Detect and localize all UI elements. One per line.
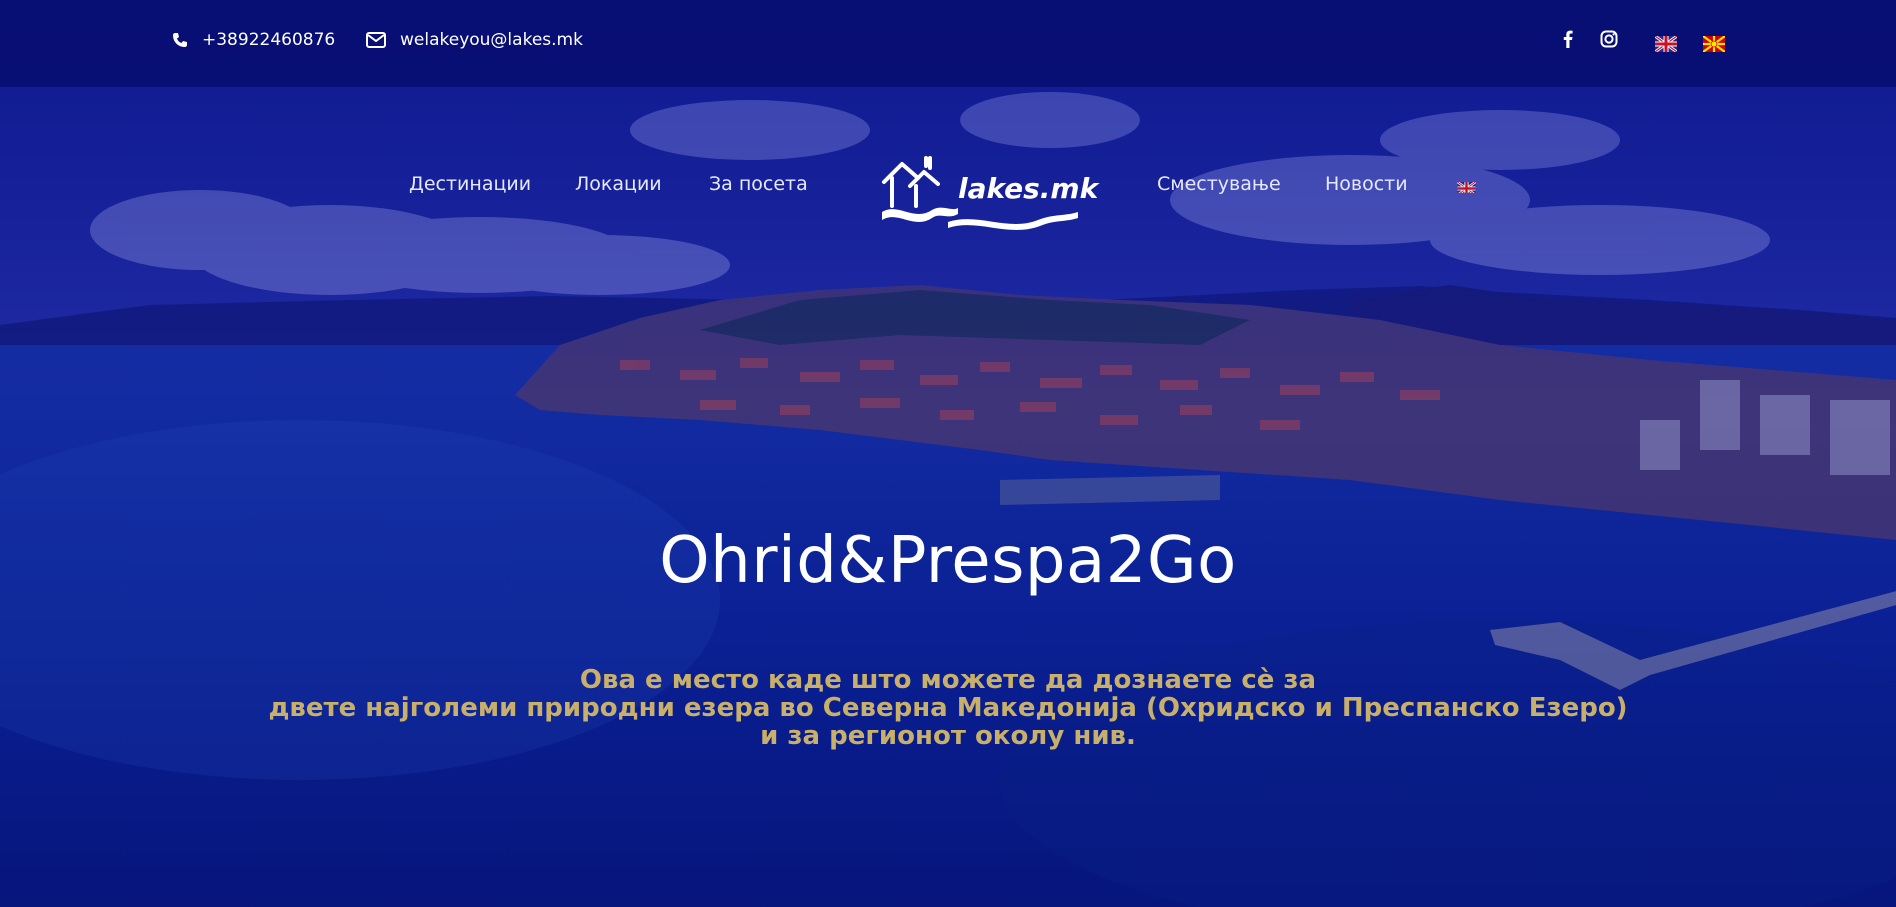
nav-language-english-flag[interactable] <box>1457 180 1476 193</box>
logo-text: lakes.mk <box>958 172 1099 205</box>
macedonia-flag-icon <box>1703 36 1725 52</box>
email-address: welakeyou@lakes.mk <box>400 30 583 50</box>
facebook-link[interactable] <box>1563 30 1573 48</box>
nav-news[interactable]: Новости <box>1325 173 1408 195</box>
envelope-icon <box>366 32 386 48</box>
hero-title: Ohrid&Prespa2Go <box>659 524 1237 598</box>
uk-flag-icon <box>1457 181 1476 193</box>
uk-flag-icon <box>1655 36 1677 52</box>
instagram-icon <box>1600 30 1618 48</box>
hero-subtitle-line: и за регионот околу нив. <box>760 721 1136 751</box>
language-english-flag[interactable] <box>1655 36 1677 52</box>
logo-wave-icon <box>948 212 1078 230</box>
hero-subtitle-line: двете најголеми природни езера во Северн… <box>268 693 1628 723</box>
phone-icon <box>173 33 187 47</box>
language-macedonian-flag[interactable] <box>1703 36 1725 52</box>
facebook-icon <box>1563 30 1573 48</box>
email-contact-link[interactable]: welakeyou@lakes.mk <box>366 30 583 50</box>
nav-locations[interactable]: Локации <box>575 173 662 195</box>
hero-subtitle-line: Ова е место каде што можете да дознаете … <box>579 665 1317 695</box>
nav-accommodation[interactable]: Сместување <box>1157 173 1281 195</box>
hero-background-image <box>0 0 1896 907</box>
nav-visit[interactable]: За посета <box>709 173 808 195</box>
phone-number: +38922460876 <box>202 30 336 50</box>
nav-destinations[interactable]: Дестинации <box>409 173 531 195</box>
hero-subtitle: Ова е место каде што можете да дознаете … <box>0 666 1896 750</box>
instagram-link[interactable] <box>1600 30 1618 48</box>
phone-contact-link[interactable]: +38922460876 <box>172 30 335 50</box>
lakes-logo-icon <box>882 156 958 222</box>
site-logo[interactable]: lakes.mk <box>878 152 1098 232</box>
top-contact-bar: +38922460876 welakeyou@lakes.mk <box>0 0 1896 87</box>
